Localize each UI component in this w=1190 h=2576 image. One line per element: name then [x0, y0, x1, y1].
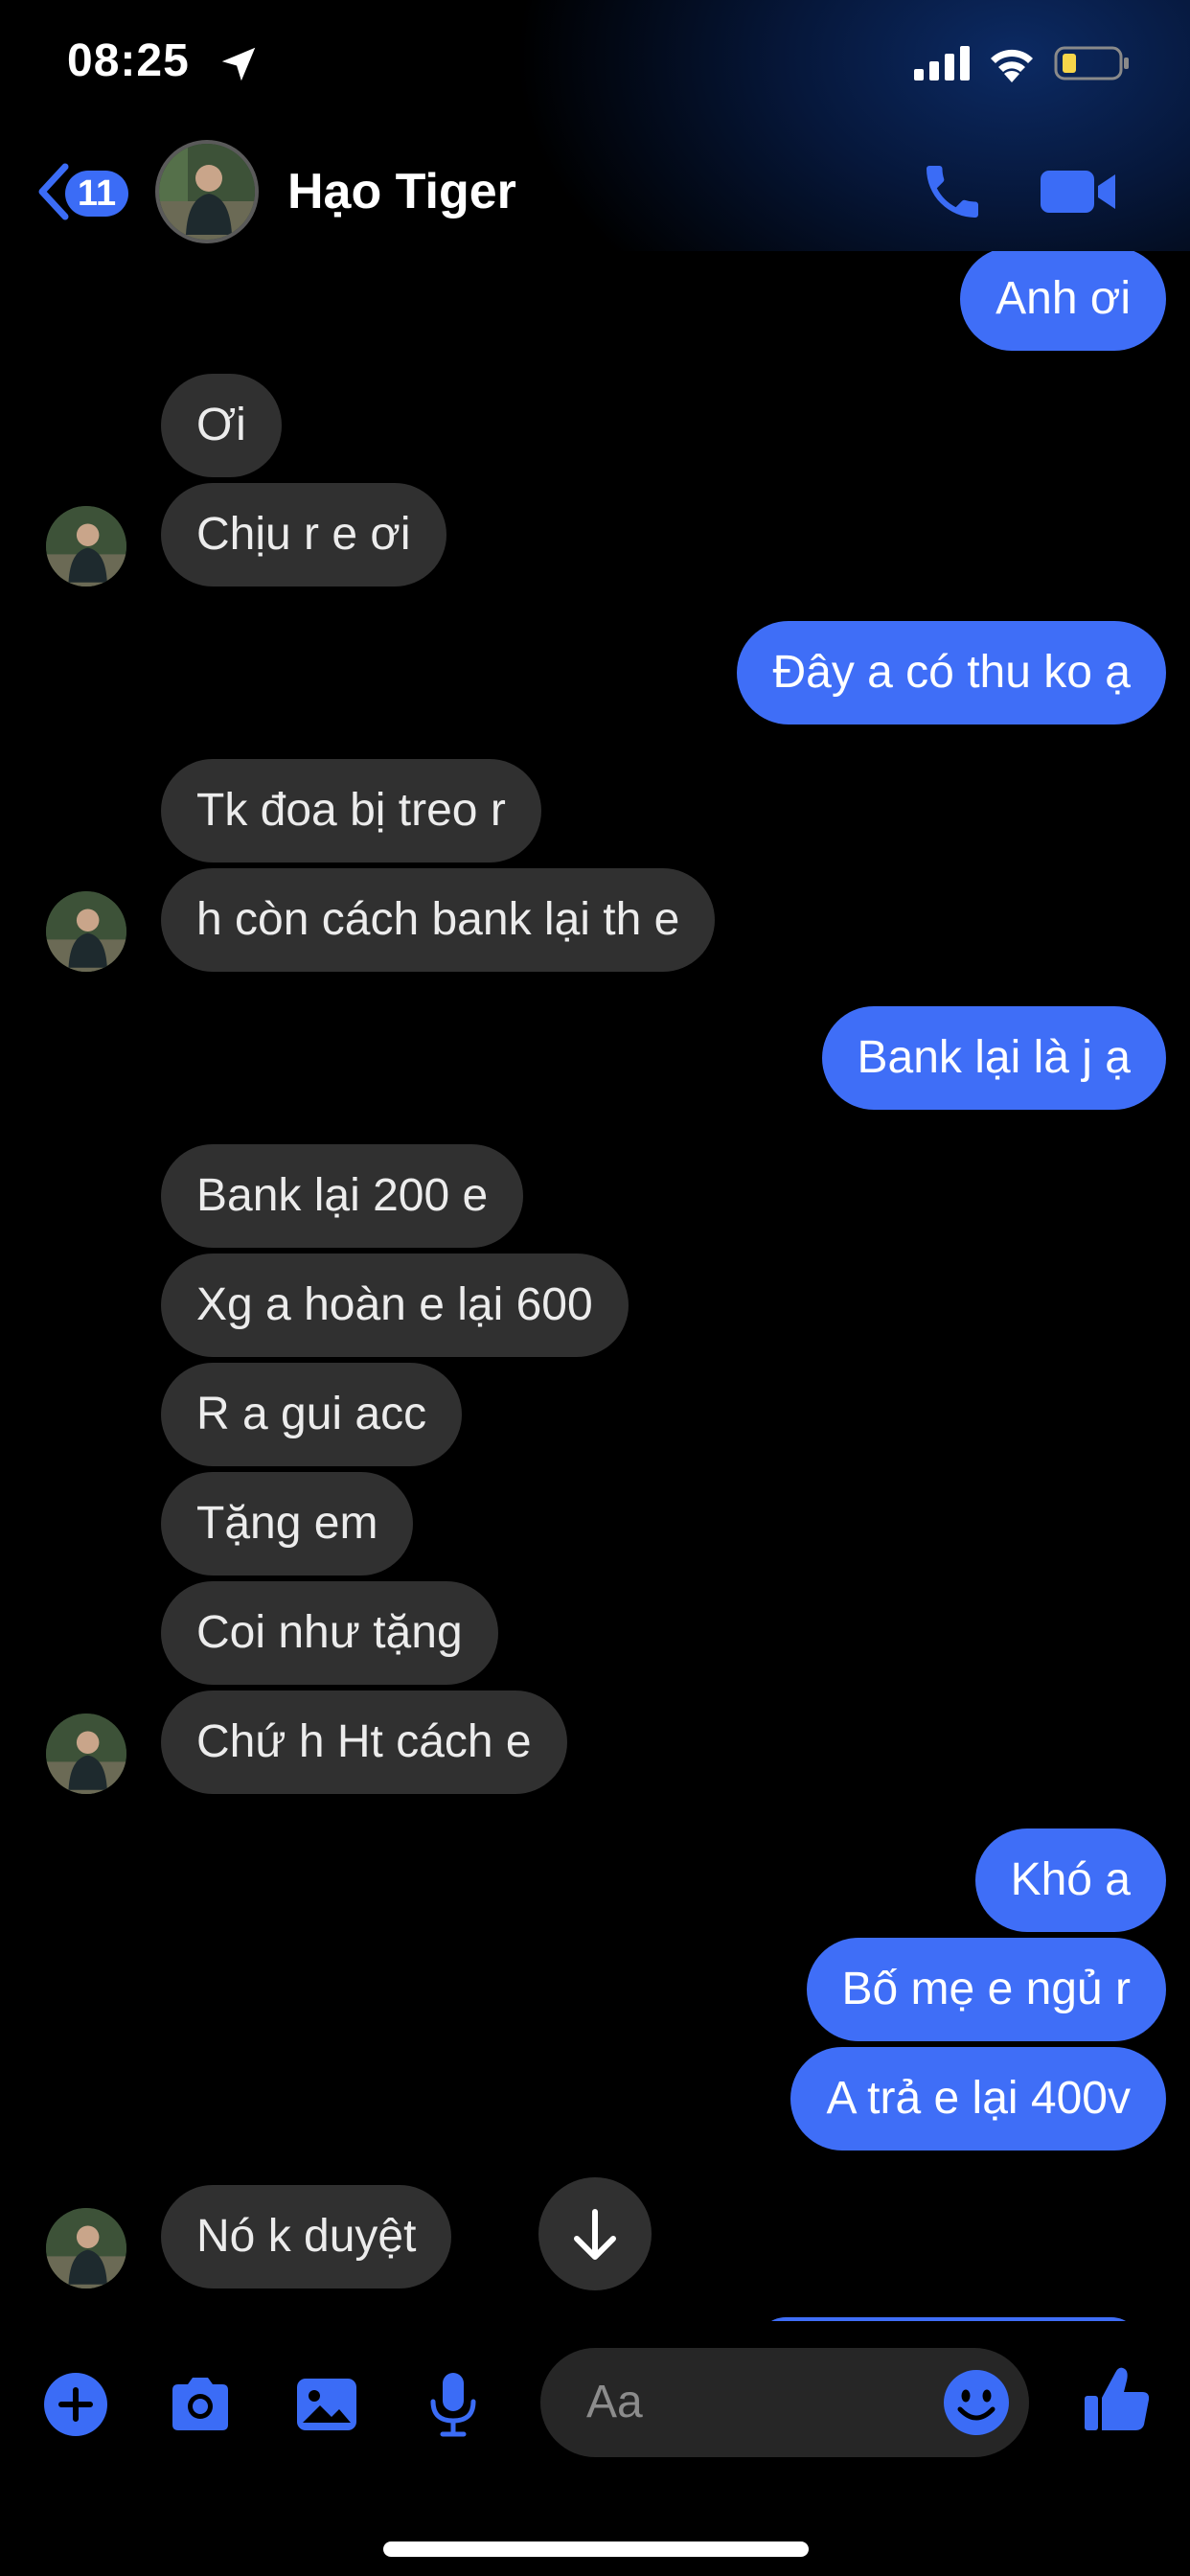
- microphone-icon[interactable]: [418, 2369, 489, 2440]
- status-bar: 08:25: [0, 0, 1190, 125]
- message-outgoing[interactable]: Bank lại là j ạ: [821, 1006, 1166, 1110]
- unread-count-badge: 11: [65, 171, 128, 217]
- message-incoming[interactable]: Nó k duyệt: [161, 2185, 452, 2288]
- message-incoming[interactable]: Bank lại 200 e: [161, 1144, 524, 1248]
- contact-name[interactable]: Hạo Tiger: [287, 163, 516, 220]
- message-outgoing[interactable]: Bố mẹ e ngủ r: [806, 1938, 1166, 2041]
- message-input[interactable]: Aa: [540, 2348, 1029, 2457]
- avatar-photo: [46, 506, 126, 586]
- message-incoming[interactable]: Xg a hoàn e lại 600: [161, 1254, 629, 1357]
- conversation-header: 11 Hạo Tiger: [0, 134, 1190, 249]
- cellular-signal-icon: [914, 46, 970, 80]
- status-time: 08:25: [67, 35, 190, 86]
- battery-low-icon: [1054, 46, 1129, 80]
- message-list[interactable]: Anh ơi Ơi Chịu r e ơi Đây a có thu ko ạ …: [0, 251, 1190, 2321]
- message-outgoing[interactable]: Đây a có thu ko ạ: [737, 621, 1166, 724]
- avatar-photo: [46, 1714, 126, 1794]
- message-input-placeholder: Aa: [586, 2377, 643, 2427]
- arrow-down-icon: [574, 2209, 616, 2260]
- message-outgoing[interactable]: Anh ơi: [960, 251, 1166, 351]
- plus-icon[interactable]: [40, 2369, 111, 2440]
- video-camera-icon[interactable]: [1039, 157, 1117, 226]
- message-incoming[interactable]: R a gui acc: [161, 1363, 463, 1466]
- home-indicator[interactable]: [383, 2542, 809, 2557]
- wifi-icon: [991, 49, 1033, 82]
- camera-icon[interactable]: [165, 2369, 236, 2440]
- contact-avatar-small[interactable]: [46, 1714, 126, 1794]
- contact-avatar-small[interactable]: [46, 2208, 126, 2288]
- thumbs-up-icon[interactable]: [1081, 2363, 1154, 2436]
- avatar-photo: [46, 2208, 126, 2288]
- contact-avatar-small[interactable]: [46, 891, 126, 972]
- message-incoming[interactable]: Coi như tặng: [161, 1581, 498, 1685]
- smiley-icon[interactable]: [941, 2367, 1012, 2438]
- message-incoming[interactable]: Tk đoa bị treo r: [161, 759, 541, 862]
- message-incoming[interactable]: Ơi: [161, 374, 282, 477]
- scroll-to-bottom-button[interactable]: [538, 2177, 652, 2290]
- message-incoming[interactable]: h còn cách bank lại th e: [161, 868, 716, 972]
- message-outgoing[interactable]: Khó a: [974, 1828, 1166, 1932]
- message-incoming[interactable]: Chịu r e ơi: [161, 483, 446, 586]
- contact-avatar[interactable]: [155, 140, 259, 243]
- contact-avatar-small[interactable]: [46, 506, 126, 586]
- message-incoming[interactable]: Chứ h Ht cách e: [161, 1690, 567, 1794]
- avatar-photo: [46, 891, 126, 972]
- back-button[interactable]: 11: [34, 161, 136, 222]
- message-composer: Aa: [0, 2321, 1190, 2576]
- phone-icon[interactable]: [918, 157, 987, 226]
- location-arrow-icon: [221, 47, 256, 81]
- avatar-photo: [159, 144, 255, 240]
- photo-icon[interactable]: [291, 2369, 362, 2440]
- message-outgoing[interactable]: A trả e lại 400v: [790, 2047, 1166, 2150]
- message-incoming[interactable]: Tặng em: [161, 1472, 414, 1576]
